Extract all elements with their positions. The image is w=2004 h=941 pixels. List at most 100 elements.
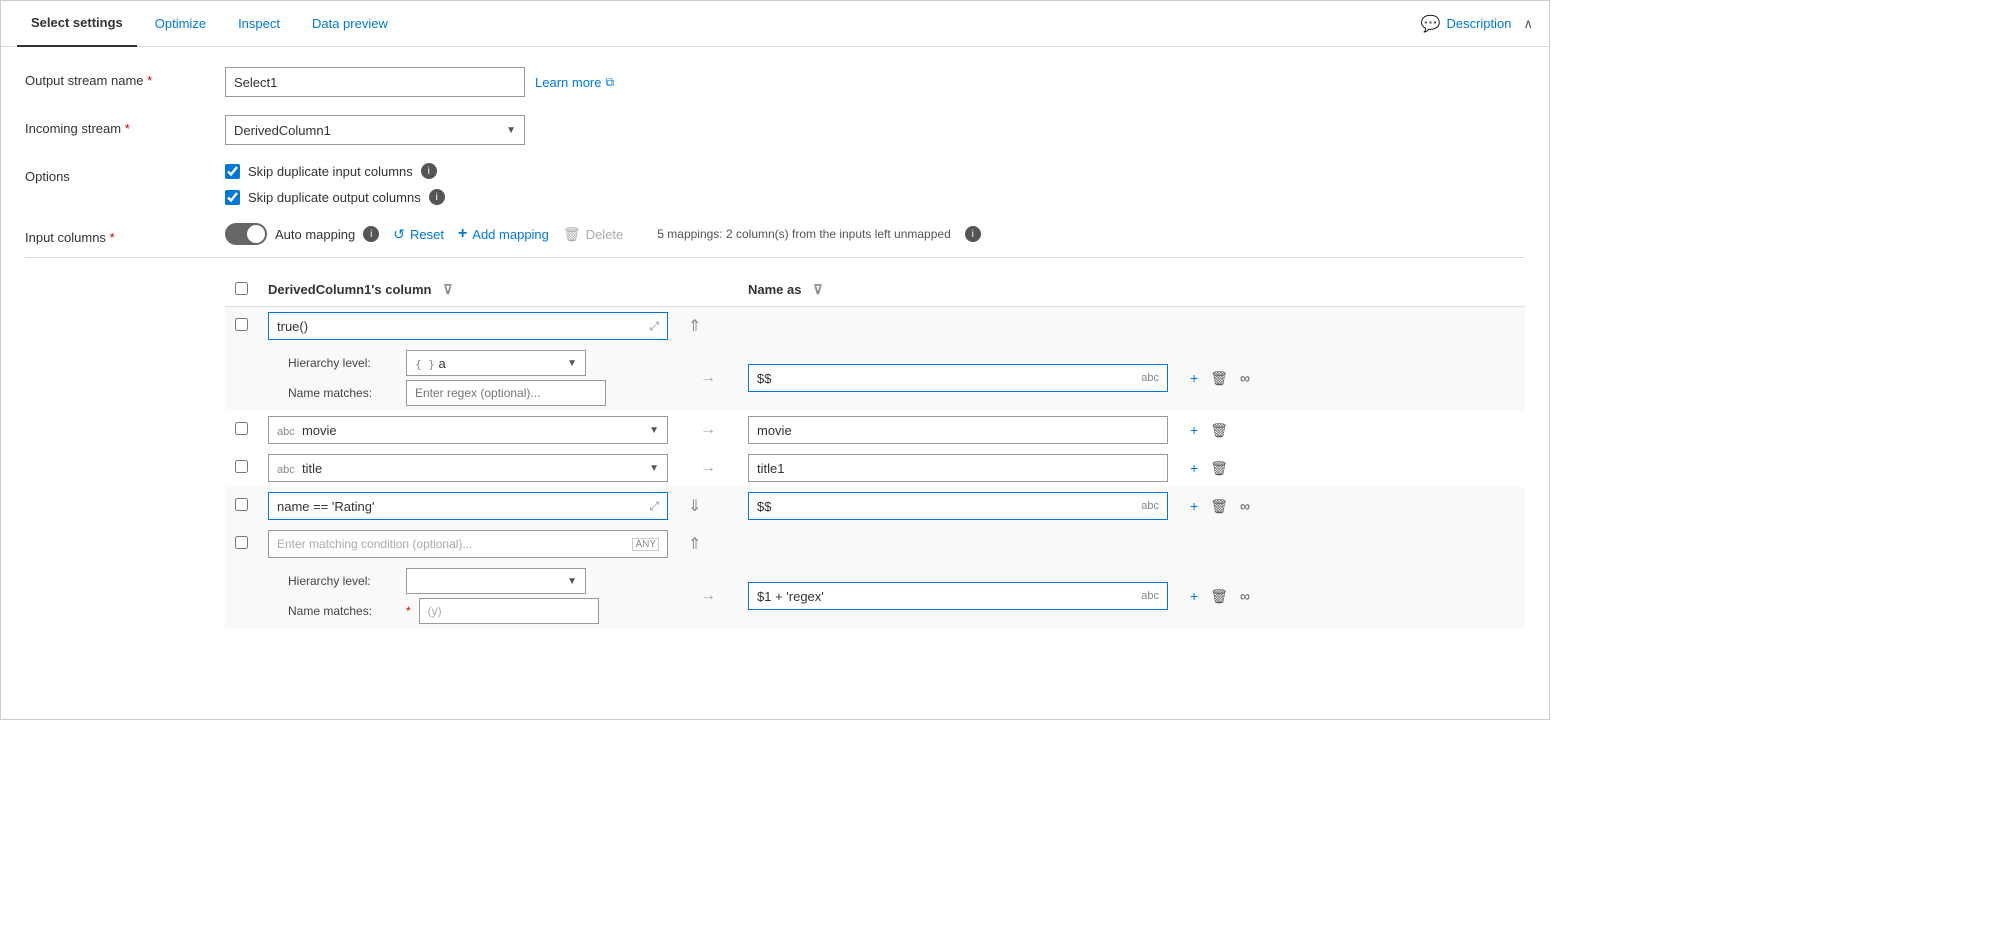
skip-duplicate-output-row: Skip duplicate output columns i	[225, 189, 445, 205]
expand-up-icon[interactable]: ⇑	[688, 318, 701, 335]
row1-name-input[interactable]: $$ abc	[748, 364, 1168, 392]
link-icon-button[interactable]: ∞	[1238, 368, 1252, 388]
row1-arrow-cell: ⇑	[678, 307, 738, 346]
row4-expand-icon[interactable]: ⤢	[649, 499, 659, 514]
row5-name-input[interactable]: $1 + 'regex' abc	[748, 582, 1168, 610]
row1-checkbox-cell	[225, 307, 258, 346]
reset-icon: ↺	[393, 226, 405, 243]
name-matches-input[interactable]	[406, 380, 606, 406]
auto-mapping-info-icon[interactable]: i	[363, 226, 379, 242]
dropdown-icon: ▼	[567, 358, 577, 369]
description-button[interactable]: 💬 Description ∧	[1421, 14, 1533, 34]
header-source-col: DerivedColumn1's column ⊽	[258, 274, 678, 307]
learn-more-text: Learn more	[535, 75, 601, 90]
row5-source-cell: Enter matching condition (optional)... A…	[258, 525, 678, 563]
skip-duplicate-input-checkbox[interactable]	[225, 164, 240, 179]
row2-add-button[interactable]: +	[1188, 420, 1200, 440]
arrow-right-icon: →	[688, 369, 728, 387]
arrow-right-2-icon: →	[688, 421, 728, 439]
skip-duplicate-output-checkbox[interactable]	[225, 190, 240, 205]
add-icon-button[interactable]: +	[1188, 368, 1200, 388]
description-label: Description	[1446, 16, 1511, 31]
select-all-checkbox[interactable]	[235, 282, 248, 295]
hierarchy-row-5: Hierarchy level: ▼	[288, 568, 668, 594]
row5-checkbox[interactable]	[235, 536, 248, 549]
tab-data-preview-label: Data preview	[312, 16, 388, 31]
row1sub-actions: + 🗑 ∞	[1178, 345, 1525, 411]
tab-inspect-label: Inspect	[238, 16, 280, 31]
row4-source-cell: name == 'Rating' ⤢	[258, 487, 678, 525]
incoming-stream-control: DerivedColumn1 ▼	[225, 115, 525, 145]
row2-name-input[interactable]: movie	[748, 416, 1168, 444]
row1-checkbox[interactable]	[235, 318, 248, 331]
row2-source-input[interactable]: abc movie ▼	[268, 416, 668, 444]
mapping-status-text: 5 mappings: 2 column(s) from the inputs …	[657, 227, 950, 241]
abc-tag-5: abc	[1141, 590, 1159, 602]
row1-expand-icon[interactable]: ⤢	[649, 319, 659, 334]
row4-checkbox[interactable]	[235, 498, 248, 511]
tab-select-settings[interactable]: Select settings	[17, 1, 137, 47]
row2-source-cell: abc movie ▼	[258, 411, 678, 449]
row5-condition-input[interactable]: Enter matching condition (optional)... A…	[268, 530, 668, 558]
row5sub-name-cell: $1 + 'regex' abc	[738, 563, 1178, 629]
learn-more-link[interactable]: Learn more ⧉	[535, 75, 614, 90]
comment-icon: 💬	[1421, 14, 1441, 34]
table-row: abc movie ▼ → movie	[225, 411, 1525, 449]
table-row: Enter matching condition (optional)... A…	[225, 525, 1525, 563]
table-subrow-5: Hierarchy level: ▼ Name matches: *	[225, 563, 1525, 629]
incoming-stream-select[interactable]: DerivedColumn1 ▼	[225, 115, 525, 145]
header-arrow-col	[678, 274, 738, 307]
hierarchy-select[interactable]: { } a ▼	[406, 350, 586, 376]
row2-checkbox[interactable]	[235, 422, 248, 435]
row5-actions-cell	[1178, 525, 1525, 563]
table-row: abc title ▼ → title1	[225, 449, 1525, 487]
row3-delete-button[interactable]: 🗑	[1208, 458, 1230, 479]
skip-duplicate-input-row: Skip duplicate input columns i	[225, 163, 445, 179]
add-mapping-button[interactable]: + Add mapping	[458, 225, 549, 243]
expand-up2-icon[interactable]: ⇑	[688, 536, 701, 553]
output-stream-input[interactable]	[225, 67, 525, 97]
row4-link-button[interactable]: ∞	[1238, 496, 1252, 516]
table-body: true() ⤢ ⇑	[225, 307, 1525, 630]
row5sub-delete-button[interactable]: 🗑	[1208, 586, 1230, 607]
tab-inspect[interactable]: Inspect	[224, 1, 294, 47]
tab-select-settings-label: Select settings	[31, 15, 123, 30]
expand-down-icon[interactable]: ⇓	[688, 498, 701, 515]
delete-button[interactable]: 🗑 Delete	[563, 226, 623, 243]
delete-row-button[interactable]: 🗑	[1208, 368, 1230, 389]
auto-mapping-toggle-group: Auto mapping i	[225, 223, 379, 245]
name-filter-icon[interactable]: ⊽	[813, 282, 823, 297]
row4-delete-button[interactable]: 🗑	[1208, 496, 1230, 517]
tab-optimize[interactable]: Optimize	[141, 1, 220, 47]
row4-name-cell: $$ abc	[738, 487, 1178, 525]
input-columns-header: Input columns * Auto mapping i ↺ Reset	[25, 223, 981, 245]
name-matches-input-5[interactable]	[419, 598, 599, 624]
hierarchy-select-5[interactable]: ▼	[406, 568, 586, 594]
reset-button[interactable]: ↺ Reset	[393, 226, 444, 243]
row3-add-button[interactable]: +	[1188, 458, 1200, 478]
skip-input-info-icon[interactable]: i	[421, 163, 437, 179]
row4-name-input[interactable]: $$ abc	[748, 492, 1168, 520]
row3-name-input[interactable]: title1	[748, 454, 1168, 482]
source-filter-icon[interactable]: ⊽	[443, 282, 453, 297]
tab-data-preview[interactable]: Data preview	[298, 1, 402, 47]
auto-mapping-toggle[interactable]	[225, 223, 267, 245]
row3-checkbox-cell	[225, 449, 258, 487]
row1-condition-input[interactable]: true() ⤢	[268, 312, 668, 340]
options-group: Skip duplicate input columns i Skip dupl…	[225, 163, 445, 205]
hierarchy-row: Hierarchy level: { } a ▼	[288, 350, 668, 376]
row4-arrow-cell: ⇓	[678, 487, 738, 525]
incoming-stream-row: Incoming stream * DerivedColumn1 ▼	[25, 115, 1525, 145]
status-info-icon[interactable]: i	[965, 226, 981, 242]
row5sub-add-button[interactable]: +	[1188, 586, 1200, 606]
row2-delete-button[interactable]: 🗑	[1208, 420, 1230, 441]
row1sub-name-cell: $$ abc	[738, 345, 1178, 411]
row3-source-input[interactable]: abc title ▼	[268, 454, 668, 482]
row5sub-link-button[interactable]: ∞	[1238, 586, 1252, 606]
table-header: DerivedColumn1's column ⊽ Name as ⊽	[225, 274, 1525, 307]
row4-condition-input[interactable]: name == 'Rating' ⤢	[268, 492, 668, 520]
name-matches-row-5: Name matches: *	[288, 598, 668, 624]
row4-add-button[interactable]: +	[1188, 496, 1200, 516]
skip-output-info-icon[interactable]: i	[429, 189, 445, 205]
row3-checkbox[interactable]	[235, 460, 248, 473]
